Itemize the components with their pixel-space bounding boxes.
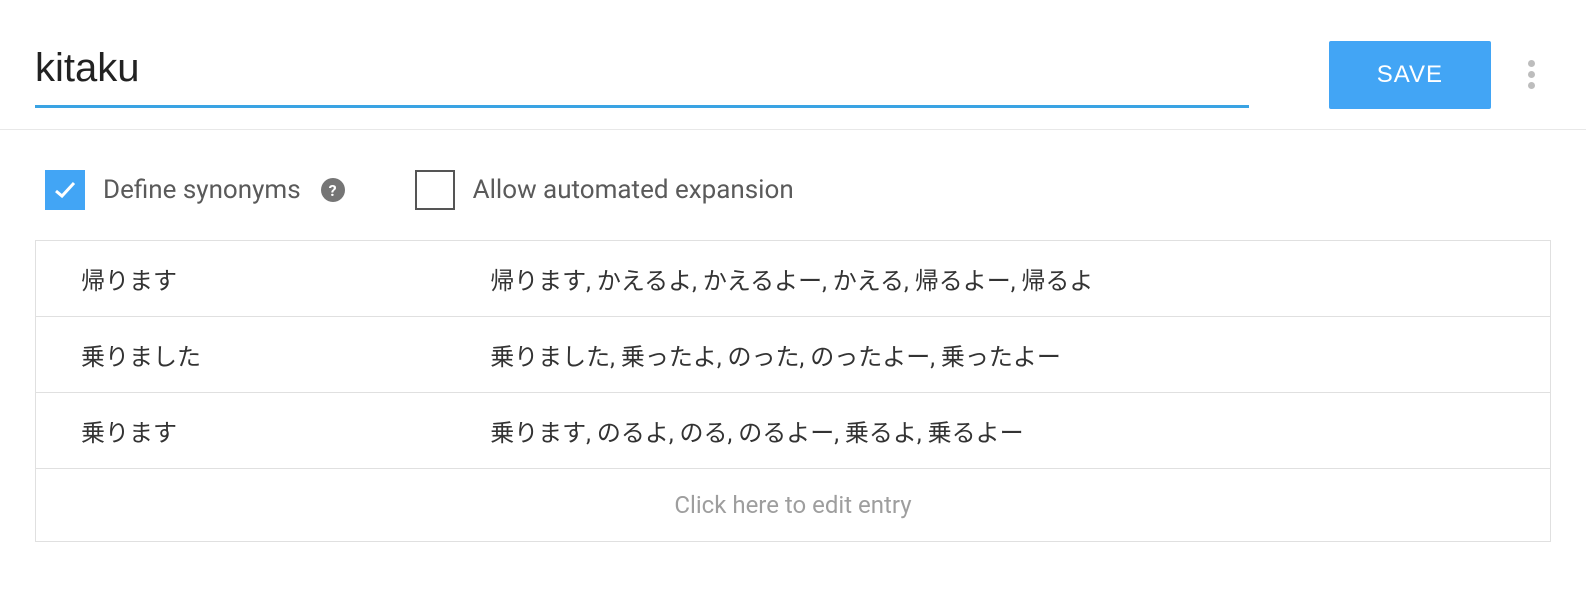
- help-icon[interactable]: ?: [321, 178, 345, 202]
- entries-container: 帰ります 帰ります, かえるよ, かえるよー, かえる, 帰るよー, 帰るよ 乗…: [0, 240, 1586, 572]
- table-row[interactable]: 帰ります 帰ります, かえるよ, かえるよー, かえる, 帰るよー, 帰るよ: [36, 241, 1550, 317]
- define-synonyms-checkbox[interactable]: [45, 170, 85, 210]
- entry-reference: 帰ります: [36, 261, 490, 296]
- define-synonyms-option: Define synonyms ?: [45, 170, 345, 210]
- entry-synonyms: 乗ります, のるよ, のる, のるよー, 乗るよ, 乗るよー: [490, 413, 1550, 448]
- entries-table: 帰ります 帰ります, かえるよ, かえるよー, かえる, 帰るよー, 帰るよ 乗…: [35, 240, 1551, 542]
- allow-automated-expansion-label: Allow automated expansion: [473, 175, 794, 205]
- entity-name-input[interactable]: [35, 42, 1249, 108]
- more-menu-icon[interactable]: [1521, 60, 1541, 89]
- allow-automated-expansion-checkbox[interactable]: [415, 170, 455, 210]
- save-button[interactable]: SAVE: [1329, 41, 1491, 109]
- entry-reference: 乗りました: [36, 337, 490, 372]
- entry-reference: 乗ります: [36, 413, 490, 448]
- define-synonyms-label: Define synonyms: [103, 175, 301, 205]
- options-row: Define synonyms ? Allow automated expans…: [0, 130, 1586, 240]
- entry-synonyms: 帰ります, かえるよ, かえるよー, かえる, 帰るよー, 帰るよ: [490, 261, 1550, 296]
- add-entry-row[interactable]: Click here to edit entry: [36, 469, 1550, 541]
- entry-synonyms: 乗りました, 乗ったよ, のった, のったよー, 乗ったよー: [490, 337, 1550, 372]
- table-row[interactable]: 乗ります 乗ります, のるよ, のる, のるよー, 乗るよ, 乗るよー: [36, 393, 1550, 469]
- header-bar: SAVE: [0, 0, 1586, 130]
- table-row[interactable]: 乗りました 乗りました, 乗ったよ, のった, のったよー, 乗ったよー: [36, 317, 1550, 393]
- allow-automated-expansion-option: Allow automated expansion: [415, 170, 794, 210]
